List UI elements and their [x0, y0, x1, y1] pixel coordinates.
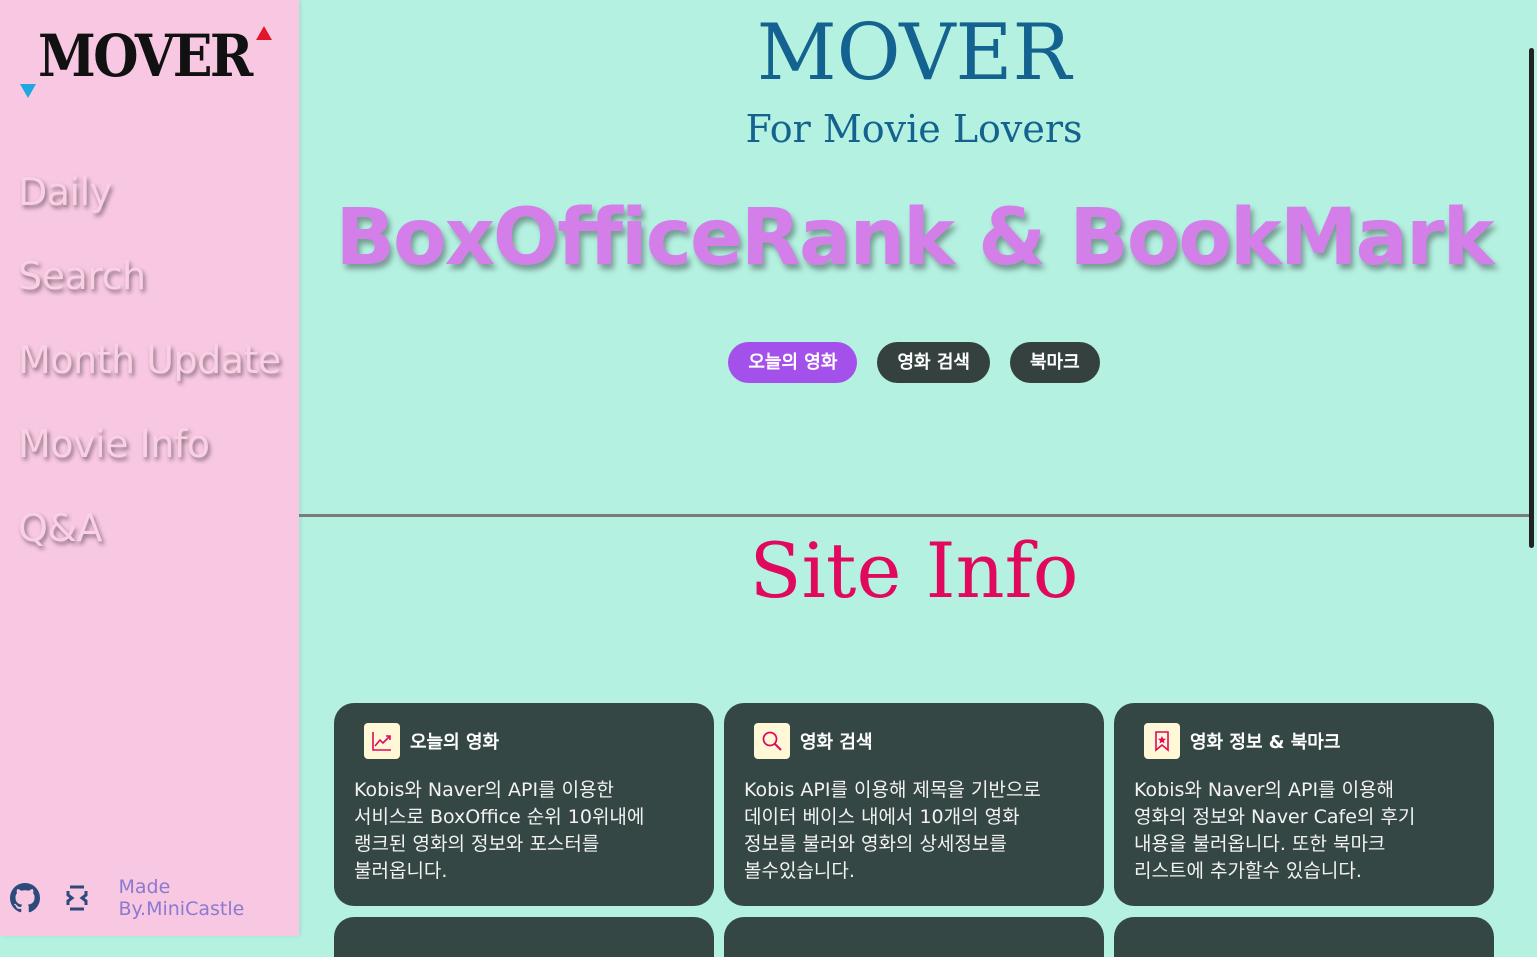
site-info-title: Site Info: [749, 526, 1079, 615]
nav-item-month-update[interactable]: Month Update: [18, 328, 281, 412]
feature-card-partial: [334, 917, 714, 957]
card-title: 영화 검색: [800, 732, 873, 753]
feature-card-search[interactable]: 영화 검색 Kobis API를 이용해 제목을 기반으로 데이터 베이스 내에…: [724, 703, 1104, 906]
nav-item-qna[interactable]: Q&A: [18, 496, 281, 580]
search-icon: [754, 723, 790, 759]
card-body-line: 데이터 베이스 내에서 10개의 영화: [744, 806, 1020, 828]
feature-card-today[interactable]: 오늘의 영화 Kobis와 Naver의 API를 이용한 서비스로 BoxOf…: [334, 703, 714, 906]
card-body: Kobis와 Naver의 API를 이용해 영화의 정보와 Naver Caf…: [1134, 777, 1474, 885]
card-body-line: 영화의 정보와 Naver Cafe의 후기: [1134, 806, 1416, 828]
github-icon[interactable]: [10, 883, 40, 913]
card-body-line: 내용을 불러옵니다. 또한 북마크: [1134, 833, 1386, 855]
blog-icon[interactable]: [62, 883, 91, 913]
made-by-text[interactable]: Made By.MiniCastle: [118, 876, 299, 920]
hero-title: MOVER: [756, 8, 1072, 98]
hero-subtitle: For Movie Lovers: [745, 107, 1083, 151]
feature-card-partial: [724, 917, 1104, 957]
main-content: MOVER For Movie Lovers BoxOfficeRank & B…: [299, 0, 1529, 957]
card-body-line: 볼수있습니다.: [744, 860, 855, 882]
section-divider: [299, 514, 1529, 517]
logo[interactable]: MOVER: [18, 22, 278, 102]
hero-section: MOVER For Movie Lovers BoxOfficeRank & B…: [299, 0, 1529, 515]
card-body: Kobis API를 이용해 제목을 기반으로 데이터 베이스 내에서 10개의…: [744, 777, 1084, 885]
card-body-line: Kobis API를 이용해 제목을 기반으로: [744, 779, 1041, 801]
card-body: Kobis와 Naver의 API를 이용한 서비스로 BoxOffice 순위…: [354, 777, 694, 885]
nav-item-search[interactable]: Search: [18, 244, 281, 328]
card-body-line: 불러옵니다.: [354, 860, 448, 882]
trending-up-icon: [364, 723, 400, 759]
feature-card-partial: [1114, 917, 1494, 957]
bookmark-button[interactable]: 북마크: [1009, 342, 1100, 383]
movie-search-button[interactable]: 영화 검색: [877, 342, 990, 383]
card-body-line: 서비스로 BoxOffice 순위 10위내에: [354, 806, 645, 828]
bookmark-icon: [1144, 723, 1180, 759]
card-title: 영화 정보 & 북마크: [1190, 732, 1341, 753]
today-movie-button[interactable]: 오늘의 영화: [728, 342, 858, 383]
card-title: 오늘의 영화: [410, 732, 500, 753]
card-body-line: 리스트에 추가할수 있습니다.: [1134, 860, 1362, 882]
sidebar: MOVER Daily Search Month Update Movie In…: [0, 0, 299, 936]
feature-card-bookmark[interactable]: 영화 정보 & 북마크 Kobis와 Naver의 API를 이용해 영화의 정…: [1114, 703, 1494, 906]
sidebar-nav: Daily Search Month Update Movie Info Q&A: [18, 160, 281, 580]
sidebar-footer: Made By.MiniCastle: [10, 876, 299, 920]
scrollbar[interactable]: [1529, 48, 1534, 548]
logo-red-triangle-icon: [256, 26, 272, 40]
hero-banner: BoxOfficeRank & BookMark: [335, 193, 1495, 283]
card-body-line: Kobis와 Naver의 API를 이용해: [1134, 779, 1395, 801]
nav-item-daily[interactable]: Daily: [18, 160, 281, 244]
card-body-line: 랭크된 영화의 정보와 포스터를: [354, 833, 600, 855]
card-body-line: 정보를 불러와 영화의 상세정보를: [744, 833, 1007, 855]
logo-blue-triangle-icon: [20, 84, 36, 98]
nav-item-movie-info[interactable]: Movie Info: [18, 412, 281, 496]
card-body-line: Kobis와 Naver의 API를 이용한: [354, 779, 615, 801]
logo-text: MOVER: [38, 22, 253, 90]
hero-button-row: 오늘의 영화 영화 검색 북마크: [299, 342, 1529, 383]
